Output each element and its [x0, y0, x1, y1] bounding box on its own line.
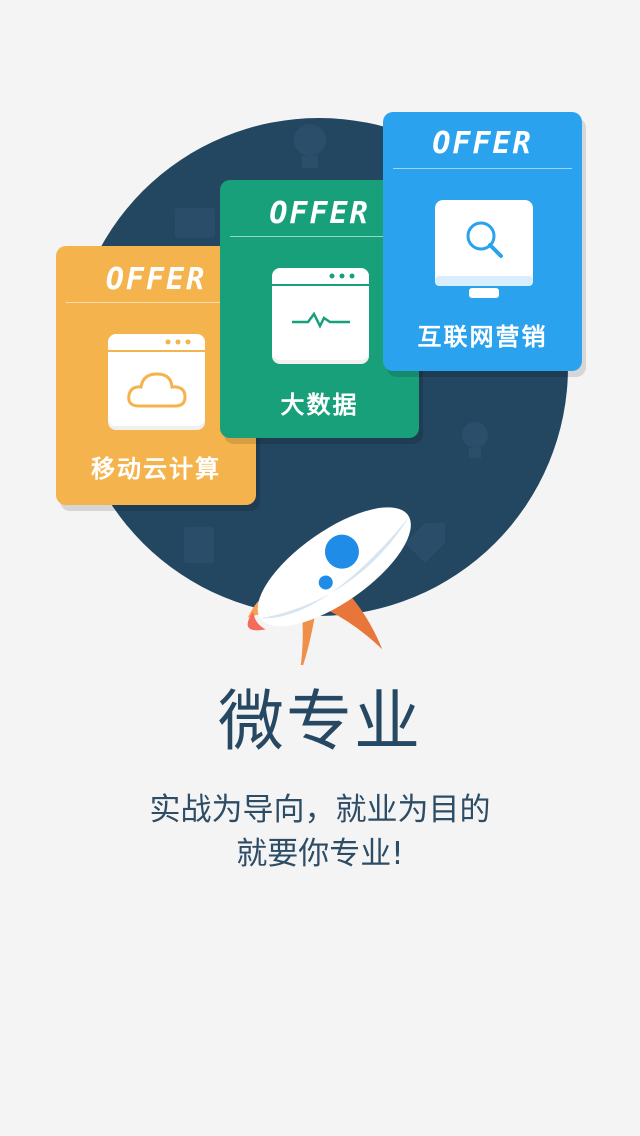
bulb-icon	[294, 124, 326, 168]
rocket-icon	[247, 507, 411, 665]
card-offer-label: OFFER	[432, 126, 533, 161]
pulse-chart-icon	[292, 311, 350, 329]
subtitle-line-2: 就要你专业!	[236, 836, 404, 872]
folder-icon	[175, 208, 215, 238]
course-card-internet-marketing[interactable]: OFFER 互联网营销	[383, 112, 582, 371]
window-dots-icon	[165, 339, 191, 345]
card-screen	[272, 268, 369, 364]
page-title: 微专业	[218, 683, 422, 760]
document-icon	[184, 527, 214, 563]
card-divider	[66, 302, 246, 303]
card-label: 移动云计算	[91, 455, 221, 483]
card-divider	[393, 168, 572, 169]
window-dots-icon	[329, 273, 355, 279]
subtitle-line-1: 实战为导向，就业为目的	[149, 792, 491, 828]
bulb-icon	[462, 422, 488, 458]
search-monitor-icon	[435, 200, 533, 298]
card-label: 大数据	[280, 391, 359, 419]
card-label: 互联网营销	[417, 323, 548, 351]
card-screen	[108, 334, 205, 430]
cloud-icon	[127, 372, 187, 408]
